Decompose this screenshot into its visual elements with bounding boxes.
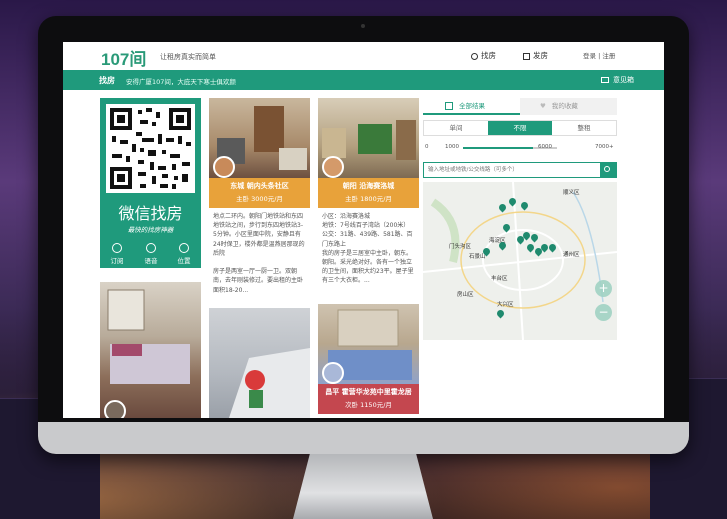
beijing-map[interactable]: 顺义区 海淀区 门头沟区 石景山 通州区 丰台区 房山区 大兴区 + − bbox=[423, 182, 617, 340]
zoom-in-button[interactable]: + bbox=[595, 280, 612, 297]
listing-price: 次卧 1150元/月 bbox=[345, 401, 392, 409]
voice-label: 语音 bbox=[144, 257, 158, 265]
map-label: 门头沟区 bbox=[449, 244, 472, 250]
website-screen: 107间 让租房真实而简单 找房 发房 登录 | 注册 找房 安得广厦107间，… bbox=[63, 42, 664, 418]
microphone-icon bbox=[146, 243, 156, 253]
listing-title: 朝阳 沿海赛洛城 bbox=[342, 182, 395, 190]
map-label: 顺义区 bbox=[563, 190, 580, 196]
listing-card[interactable]: 朝阳 沿海赛洛城 主卧 1800元/月 小区：沿海赛洛城 地铁：7号线百子湾站（… bbox=[318, 98, 419, 298]
site-slogan: 让租房真实而简单 bbox=[160, 53, 216, 61]
listing-description: 地点二环内。朝阳门地铁站和东四地铁站之间，步行到东四地铁站3-5分钟。小区里面中… bbox=[213, 213, 305, 294]
feedback-link[interactable]: 意见箱 bbox=[601, 75, 634, 85]
avatar bbox=[322, 362, 344, 384]
search-icon bbox=[604, 166, 610, 172]
nav-find-house[interactable]: 找房 bbox=[471, 50, 496, 61]
map-label: 丰台区 bbox=[491, 276, 508, 282]
listing-price: 主卧 1800元/月 bbox=[345, 195, 392, 203]
price-low-value: 1000 bbox=[445, 144, 459, 150]
listing-info-band: 东城 朝内头条社区 主卧 3000元/月 bbox=[209, 178, 310, 208]
address-search-box bbox=[423, 162, 617, 178]
search-button[interactable] bbox=[600, 163, 616, 177]
banner-bar: 找房 安得广厦107间，大庇天下寒士俱欢颜 意见箱 bbox=[63, 70, 664, 90]
top-bar: 107间 让租房真实而简单 找房 发房 登录 | 注册 bbox=[63, 42, 664, 70]
zoom-out-button[interactable]: − bbox=[595, 304, 612, 321]
map-label: 通州区 bbox=[563, 252, 580, 258]
address-search-input[interactable] bbox=[424, 163, 600, 177]
tab-all-results[interactable]: 全部结果 bbox=[423, 98, 520, 115]
mail-icon bbox=[601, 77, 609, 83]
subscribe-label: 订阅 bbox=[110, 257, 124, 265]
monitor-stand bbox=[293, 454, 433, 519]
subscribe-feature: 订阅 bbox=[104, 243, 130, 265]
avatar bbox=[104, 400, 126, 418]
room-type-any[interactable]: 不限 bbox=[488, 121, 552, 135]
price-slider[interactable]: 0 1000 6000 7000+ bbox=[423, 142, 617, 154]
map-label: 大兴区 bbox=[497, 302, 514, 308]
location-feature: 位置 bbox=[171, 243, 197, 265]
listing-description: 小区：沿海赛洛城 地铁：7号线百子湾站（200米） 公交：31路、439路、58… bbox=[322, 213, 414, 285]
qr-code-image bbox=[106, 104, 195, 193]
nav-find-label: 找房 bbox=[481, 51, 496, 60]
tab-my-favorites[interactable]: ♥ 我的收藏 bbox=[520, 98, 617, 115]
listing-card[interactable] bbox=[209, 308, 310, 418]
nav-post-label: 发房 bbox=[533, 51, 548, 60]
listing-card[interactable]: 昌平 霍营华龙苑中里霍龙居 次卧 1150元/月 bbox=[318, 304, 419, 414]
price-high-value: 6000 bbox=[538, 144, 552, 150]
listing-title: 昌平 霍营华龙苑中里霍龙居 bbox=[325, 388, 412, 396]
wechat-qr-card[interactable]: 微信找房 最快的找房神器 订阅 语音 位置 bbox=[100, 98, 201, 268]
tab-fav-label: 我的收藏 bbox=[551, 102, 578, 110]
banner-subtitle: 安得广厦107间，大庇天下寒士俱欢颜 bbox=[126, 78, 236, 86]
qr-card-title: 微信找房 bbox=[118, 204, 183, 223]
subscribe-icon bbox=[112, 243, 122, 253]
room-type-whole[interactable]: 整租 bbox=[552, 121, 616, 135]
listing-title: 东城 朝内头条社区 bbox=[230, 182, 289, 190]
feedback-label: 意见箱 bbox=[613, 76, 634, 84]
qr-card-subtitle: 最快的找房神器 bbox=[127, 226, 174, 234]
avatar bbox=[322, 156, 344, 178]
price-range-track bbox=[463, 147, 533, 149]
site-logo[interactable]: 107间 bbox=[101, 45, 146, 70]
result-tabs: 全部结果 ♥ 我的收藏 bbox=[423, 98, 617, 115]
grid-icon bbox=[445, 102, 453, 110]
avatar bbox=[213, 156, 235, 178]
tab-all-label: 全部结果 bbox=[459, 102, 485, 110]
heart-icon: ♥ bbox=[540, 102, 546, 110]
room-photo bbox=[209, 308, 310, 418]
nav-post-house[interactable]: 发房 bbox=[523, 50, 548, 61]
location-pin-icon bbox=[179, 243, 189, 253]
listing-info-band: 朝阳 沿海赛洛城 主卧 1800元/月 bbox=[318, 178, 419, 208]
listing-price: 主卧 3000元/月 bbox=[236, 195, 283, 203]
room-type-single[interactable]: 单间 bbox=[424, 121, 488, 135]
banner-title: 找房 bbox=[99, 76, 115, 85]
voice-feature: 语音 bbox=[138, 243, 164, 265]
camera-dot bbox=[361, 24, 365, 28]
room-type-selector: 单间 不限 整租 bbox=[423, 120, 617, 136]
search-icon bbox=[471, 52, 478, 60]
house-icon bbox=[523, 52, 530, 60]
login-register-link[interactable]: 登录 | 注册 bbox=[583, 50, 615, 60]
listing-info-band: 昌平 霍营华龙苑中里霍龙居 次卧 1150元/月 bbox=[318, 384, 419, 414]
location-label: 位置 bbox=[177, 257, 191, 265]
map-label: 房山区 bbox=[457, 292, 474, 298]
price-min-label: 0 bbox=[425, 144, 429, 150]
room-photo bbox=[100, 282, 201, 418]
price-max-label: 7000+ bbox=[595, 144, 614, 150]
listing-card[interactable] bbox=[100, 282, 201, 418]
listing-card[interactable]: 东城 朝内头条社区 主卧 3000元/月 地点二环内。朝阳门地铁站和东四地铁站之… bbox=[209, 98, 310, 302]
monitor-chin bbox=[38, 422, 689, 454]
